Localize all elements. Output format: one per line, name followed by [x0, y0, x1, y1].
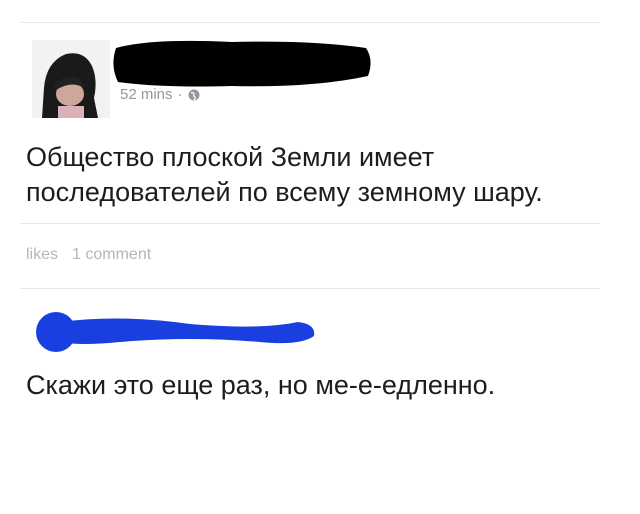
- post-meta: 52 mins ·: [120, 86, 200, 103]
- divider: [20, 288, 600, 289]
- post-stats: likes 1 comment: [26, 246, 151, 264]
- name-redaction: [113, 40, 371, 87]
- globe-icon: [188, 89, 200, 100]
- post-text-line: последователей по всему земному шару.: [26, 177, 543, 207]
- comments-link[interactable]: 1 comment: [72, 246, 151, 264]
- likes-link[interactable]: likes: [26, 246, 58, 264]
- avatar[interactable]: [32, 40, 110, 118]
- post-text-line: Общество плоской Земли имеет: [26, 142, 435, 172]
- divider: [20, 223, 600, 224]
- divider: [20, 22, 600, 23]
- meta-separator: ·: [177, 86, 183, 103]
- comment-text: Скажи это еще раз, но ме-е-едленно.: [26, 370, 496, 400]
- post-text: Общество плоской Земли имеет последовате…: [26, 140, 626, 210]
- commenter-redaction: [36, 312, 315, 352]
- post-timestamp[interactable]: 52 mins: [120, 86, 173, 103]
